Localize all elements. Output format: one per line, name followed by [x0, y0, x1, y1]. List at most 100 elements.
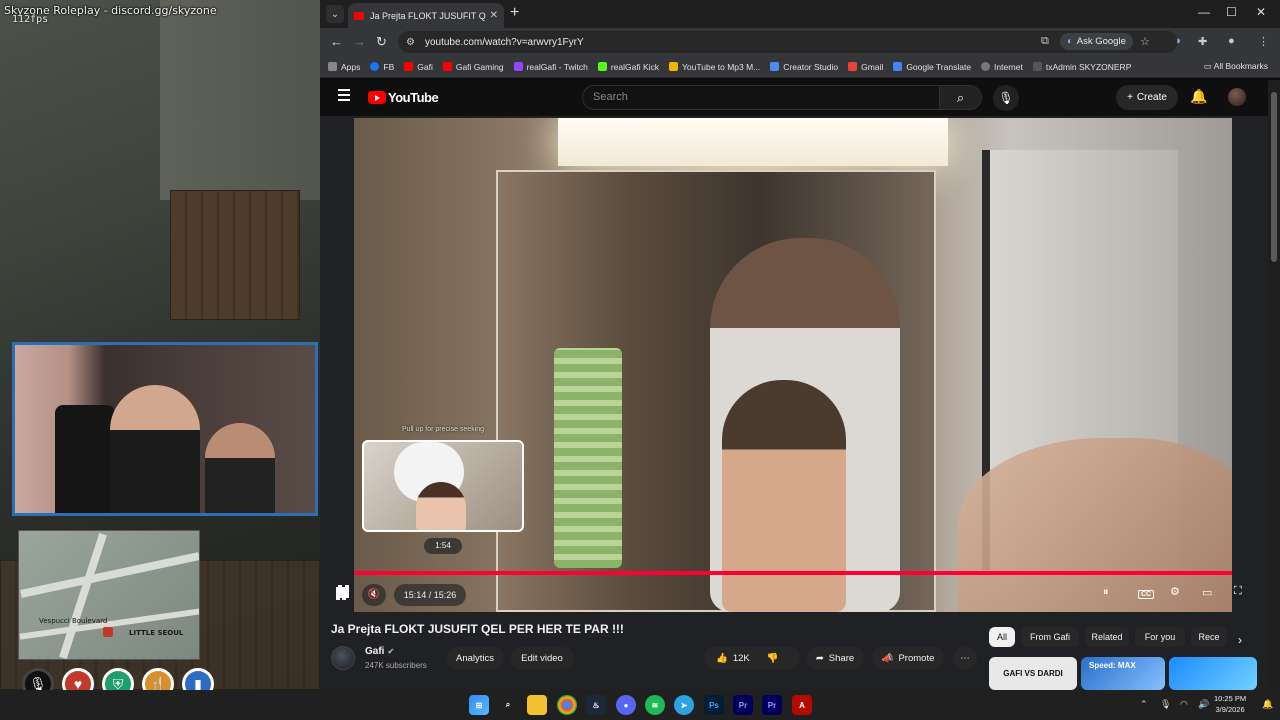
notifications-bell-icon[interactable]: 🔔 — [1190, 88, 1207, 105]
spotify-icon[interactable]: ≋ — [645, 695, 665, 715]
progress-bar[interactable] — [354, 571, 1232, 575]
maximize-icon[interactable]: ☐ — [1226, 5, 1237, 19]
system-clock[interactable]: 10:25 PM 3/9/2026 — [1214, 693, 1246, 715]
related-video-thumbnail[interactable]: Speed: MAX — [1081, 657, 1165, 690]
wifi-icon[interactable]: ◠ — [1180, 699, 1188, 710]
acrobat-icon[interactable]: A — [792, 695, 812, 715]
bookmark-twitch[interactable]: realGafi - Twitch — [513, 62, 588, 72]
chip-related[interactable]: Related — [1085, 627, 1129, 647]
steam-icon[interactable]: ♨ — [586, 695, 606, 715]
dislike-icon[interactable]: 👎 — [767, 653, 779, 664]
new-tab-icon[interactable]: + — [510, 5, 519, 21]
chip-recent[interactable]: Rece — [1191, 627, 1227, 647]
share-button[interactable]: ➦ Share — [806, 647, 864, 669]
search-icon[interactable]: ⌕ — [498, 695, 518, 715]
tray-overflow-chevron-icon[interactable]: ⌃ — [1140, 699, 1148, 710]
share-icon: ➦ — [815, 652, 824, 664]
voice-search-button[interactable]: 🎙 — [993, 85, 1019, 111]
forward-icon[interactable]: → — [353, 34, 366, 49]
search-input[interactable]: Search — [582, 85, 940, 110]
subscriber-count: 247K subscribers — [365, 661, 427, 670]
captions-button[interactable]: CC — [1138, 587, 1155, 599]
youtube-logo[interactable]: YouTube — [368, 90, 439, 105]
bookmark-txadmin[interactable]: txAdmin SKYZONERP — [1032, 62, 1131, 72]
photoshop-icon[interactable]: Ps — [704, 695, 724, 715]
browser-window: ⌄ Ja Prejta FLOKT JUSUFIT QEL PER HER TE… — [320, 0, 1280, 690]
profile-avatar-icon[interactable]: ● — [1228, 35, 1235, 47]
pause-button[interactable] — [336, 587, 350, 601]
search-icon: ⌕ — [956, 90, 965, 105]
bookmark-label: FB — [383, 61, 395, 72]
chips-next-chevron-icon[interactable]: › — [1238, 633, 1242, 647]
install-app-icon[interactable]: ⧉ — [1041, 35, 1049, 48]
autoplay-toggle-icon[interactable]: ⏸ — [1103, 586, 1109, 599]
start-icon[interactable]: ⊞ — [469, 695, 489, 715]
theater-mode-icon[interactable]: ▭ — [1202, 586, 1212, 599]
google-translate-icon — [893, 62, 903, 71]
account-avatar[interactable] — [1228, 88, 1246, 106]
bookmark-internet[interactable]: Internet — [981, 62, 1023, 72]
menu-hamburger-icon[interactable] — [338, 89, 350, 104]
kick-icon — [597, 62, 607, 71]
page-scrollbar[interactable] — [1268, 80, 1280, 690]
youtube-play-logo-icon — [368, 91, 386, 104]
search-button[interactable]: ⌕ — [940, 85, 982, 110]
bookmarks-bar: Apps FB Gafi Gafi Gaming realGafi - Twit… — [320, 56, 1280, 78]
discord-icon[interactable]: ● — [616, 695, 636, 715]
channel-name[interactable]: Gafi ✔ — [365, 646, 394, 657]
edit-video-button[interactable]: Edit video — [510, 647, 574, 669]
volume-icon[interactable]: 🔊 — [1198, 699, 1209, 710]
bookmark-star-icon[interactable]: ☆ — [1140, 35, 1150, 48]
back-icon[interactable]: ← — [330, 34, 343, 49]
bookmark-gmail[interactable]: Gmail — [848, 62, 883, 72]
extensions-puzzle-icon[interactable]: ✚ — [1198, 35, 1207, 48]
bookmark-creator-studio[interactable]: Creator Studio — [770, 62, 838, 72]
bookmark-translate[interactable]: Google Translate — [893, 62, 971, 72]
chip-all[interactable]: All — [989, 627, 1015, 647]
like-count[interactable]: 12K — [733, 653, 750, 664]
file-explorer-icon[interactable] — [527, 695, 547, 715]
create-button[interactable]: + Create — [1116, 85, 1178, 110]
more-actions-button[interactable]: ⋯ — [953, 647, 977, 669]
scrollbar-thumb[interactable] — [1271, 92, 1277, 262]
premiere-icon-2[interactable]: Pr — [762, 695, 782, 715]
chip-from-gafi[interactable]: From Gafi — [1021, 627, 1079, 647]
mute-button[interactable]: 🔇 — [362, 584, 386, 606]
bookmark-fb[interactable]: FB — [370, 62, 394, 72]
like-icon[interactable]: 👍 — [716, 653, 728, 664]
chrome-icon[interactable] — [557, 695, 577, 715]
extension-icon[interactable]: ◑ — [1174, 35, 1181, 47]
related-video-thumbnail[interactable]: GAFI VS DARDI — [989, 657, 1077, 690]
microphone-tray-icon[interactable]: 🎙 — [1160, 699, 1171, 710]
preview-child — [416, 482, 466, 530]
all-bookmarks-button[interactable]: ▭ All Bookmarks — [1204, 61, 1268, 72]
channel-avatar[interactable] — [331, 646, 355, 670]
minimize-icon[interactable]: — — [1198, 5, 1210, 19]
promote-button[interactable]: 📣 Promote — [872, 647, 944, 669]
tab-search-chevron-icon[interactable]: ⌄ — [326, 5, 344, 23]
related-video-thumbnail[interactable] — [1169, 657, 1257, 690]
bookmark-gafi[interactable]: Gafi — [404, 62, 433, 72]
bookmark-apps[interactable]: Apps — [328, 62, 360, 72]
browser-tab[interactable]: Ja Prejta FLOKT JUSUFIT QEL PER HER TE P… — [348, 3, 504, 28]
fullscreen-icon[interactable]: ⛶ — [1234, 585, 1242, 598]
site-info-icon[interactable]: ⚙ — [406, 37, 415, 48]
fps-counter: 112fps — [12, 14, 49, 25]
close-tab-icon[interactable]: ✕ — [490, 10, 498, 21]
reload-icon[interactable]: ↻ — [376, 34, 387, 50]
bookmark-yt-mp3[interactable]: YouTube to Mp3 M... — [669, 62, 760, 72]
bookmark-kick[interactable]: realGafi Kick — [597, 62, 659, 72]
ask-google-button[interactable]: ◐ Ask Google — [1060, 33, 1133, 50]
telegram-icon[interactable]: ➤ — [674, 695, 694, 715]
bookmark-label: Internet — [994, 61, 1023, 72]
notification-icon[interactable]: 🔔 — [1262, 699, 1273, 710]
close-window-icon[interactable]: ✕ — [1256, 5, 1266, 19]
bookmark-gafi-gaming[interactable]: Gafi Gaming — [442, 62, 504, 72]
chrome-menu-icon[interactable]: ⋮ — [1258, 35, 1269, 48]
analytics-button[interactable]: Analytics — [446, 647, 504, 669]
settings-gear-icon[interactable]: ⚙ — [1170, 585, 1180, 598]
video-player[interactable]: Pull up for precise seeking 1:54 — [354, 118, 1232, 612]
premiere-icon[interactable]: Pr — [733, 695, 753, 715]
seek-preview-thumbnail — [362, 440, 524, 532]
chip-for-you[interactable]: For you — [1135, 627, 1185, 647]
